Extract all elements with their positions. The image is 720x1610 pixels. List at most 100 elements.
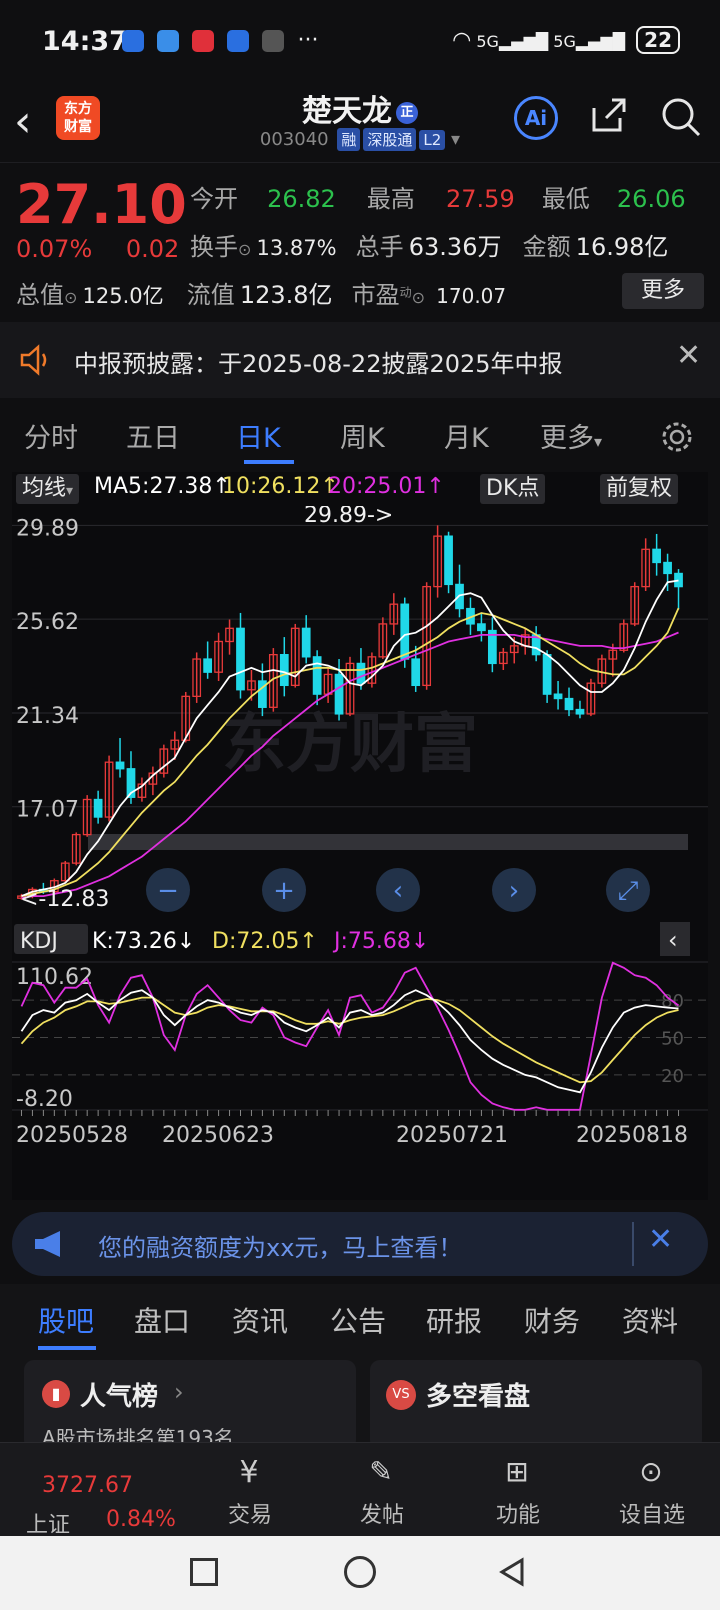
- ma5-label: MA5:27.38↑: [94, 474, 231, 499]
- kdj-d-line: [20, 996, 679, 1084]
- tab-five-day[interactable]: 五日: [126, 416, 180, 455]
- candle-body: [115, 761, 125, 770]
- battery-level: 22: [636, 26, 680, 54]
- chart-period-tabs: 分时 五日 日K 周K 月K 更多▾: [0, 400, 720, 470]
- tab-daily-k[interactable]: 日K: [236, 416, 281, 455]
- stock-name: 楚天龙: [302, 94, 392, 129]
- ma10-label: 10:26.12↑: [222, 474, 339, 499]
- zoom-out-icon-glyph: −: [157, 876, 179, 906]
- tab-more-label: 更多: [540, 423, 594, 454]
- dropdown-icon: ▾: [66, 483, 74, 499]
- pe-label: 市盈: [351, 281, 400, 309]
- tab-weekly-k[interactable]: 周K: [340, 416, 385, 455]
- nav-functions[interactable]: 功能: [478, 1497, 558, 1529]
- grid-function-icon[interactable]: ⊞: [496, 1455, 538, 1491]
- ma-selector-label: 均线: [22, 476, 67, 501]
- index-name[interactable]: 上证: [26, 1507, 70, 1539]
- close-icon[interactable]: ✕: [648, 1222, 673, 1257]
- x-tick-label: 20250623: [162, 1123, 274, 1148]
- status-time: 14:37: [42, 26, 128, 57]
- index-change[interactable]: 0.84%: [106, 1507, 176, 1532]
- vs-icon: VS: [386, 1380, 416, 1410]
- tab-intraday[interactable]: 分时: [24, 416, 78, 455]
- signal-5g: 5G: [476, 32, 499, 51]
- zoom-in-icon-glyph: +: [273, 876, 295, 906]
- scroll-right-icon-glyph: ›: [509, 876, 519, 906]
- share-icon[interactable]: [590, 96, 628, 134]
- kdj-selector-label: KDJ: [20, 929, 58, 954]
- bottom-nav: 3727.67 上证 0.84% ¥ 交易 ✎ 发帖 ⊞ 功能 ⊙ 设自选: [0, 1442, 720, 1539]
- tab-news[interactable]: 资讯: [232, 1300, 288, 1340]
- tab-more[interactable]: 更多▾: [540, 416, 602, 455]
- notification-icon: [192, 29, 215, 52]
- low-marker: <-12.83: [20, 887, 109, 912]
- adjust-selector[interactable]: 前复权: [600, 474, 679, 504]
- settings-gear-icon[interactable]: [660, 420, 694, 454]
- notification-icon: [262, 29, 285, 52]
- popularity-card[interactable]: ▮ 人气榜 › A股市场排名第193名: [24, 1360, 356, 1450]
- info-icon[interactable]: ⊙: [64, 288, 77, 307]
- tab-guba[interactable]: 股吧: [38, 1300, 94, 1340]
- nav-add-watchlist[interactable]: 设自选: [612, 1497, 692, 1529]
- float-cap-value: 123.8亿: [239, 281, 333, 309]
- watermark: 东方财富: [222, 708, 478, 782]
- x-tick-label: 20250721: [396, 1123, 508, 1148]
- system-nav-bar: [0, 1536, 720, 1610]
- scroll-left-icon-glyph: ‹: [393, 876, 403, 906]
- edit-post-icon[interactable]: ✎: [360, 1455, 402, 1491]
- quote-row-3: 总值⊙ 125.0亿 流值 123.8亿 市盈动⊙ 170.07: [16, 275, 506, 310]
- tab-research[interactable]: 研报: [426, 1300, 482, 1340]
- trade-yen-icon[interactable]: ¥: [228, 1455, 270, 1491]
- search-icon[interactable]: [660, 96, 702, 138]
- promo-banner[interactable]: 您的融资额度为xx元，马上查看！ ✕: [12, 1212, 708, 1276]
- tab-orderbook[interactable]: 盘口: [134, 1300, 190, 1340]
- kdj-y-tick-label: -8.20: [16, 1087, 73, 1112]
- ma-selector[interactable]: 均线▾: [16, 474, 80, 504]
- feature-cards: ▮ 人气榜 › A股市场排名第193名 VS 多空看盘: [0, 1354, 720, 1450]
- back-nav-icon[interactable]: [496, 1556, 528, 1588]
- dk-point-toggle[interactable]: DK点: [480, 474, 546, 504]
- y-tick-label: 21.34: [16, 704, 79, 729]
- low-label: 最低: [541, 185, 590, 213]
- y-tick-label: 25.62: [16, 610, 79, 635]
- tab-financials[interactable]: 财务: [524, 1300, 580, 1340]
- notification-icon: [157, 29, 180, 52]
- more-circle-icon[interactable]: ⊙: [630, 1455, 672, 1491]
- info-icon[interactable]: ⊙: [238, 240, 251, 259]
- divider: [632, 1222, 634, 1266]
- speaker-icon: [20, 344, 47, 376]
- notification-icon: [122, 29, 144, 52]
- recent-apps-icon[interactable]: [190, 1558, 218, 1586]
- candle-body: [301, 627, 311, 658]
- close-icon[interactable]: ✕: [676, 338, 701, 373]
- ai-button[interactable]: Ai: [514, 96, 558, 140]
- kdj-d-label: D:72.05↑: [212, 929, 318, 954]
- index-value[interactable]: 3727.67: [42, 1473, 133, 1498]
- nav-trade[interactable]: 交易: [210, 1497, 290, 1529]
- more-button[interactable]: 更多: [622, 273, 704, 309]
- dk-point-label: DK点: [486, 476, 540, 501]
- candle-body: [477, 623, 486, 632]
- chart-bars-icon: ▮: [42, 1380, 70, 1408]
- tab-profile[interactable]: 资料: [622, 1300, 678, 1340]
- tab-announcements[interactable]: 公告: [330, 1300, 386, 1340]
- home-icon[interactable]: [344, 1556, 376, 1588]
- high-marker: 29.89->: [304, 506, 393, 528]
- kline-chart-panel: 均线▾ MA5:27.38↑ 10:26.12↑ 20:25.01↑ DK点 前…: [12, 472, 708, 1200]
- promo-text: 您的融资额度为xx元，马上查看！: [98, 1234, 463, 1262]
- notification-icon: [227, 29, 250, 52]
- wifi-icon: ◠: [452, 28, 472, 53]
- dropdown-icon: ▾: [594, 432, 603, 451]
- notice-bar[interactable]: 中报预披露：于2025-08-22披露2025年中报 ✕: [0, 322, 720, 398]
- info-icon[interactable]: ⊙: [412, 288, 425, 307]
- turnover-label: 换手: [190, 233, 238, 261]
- candle-body: [575, 708, 585, 715]
- quote-row-2: 换手⊙ 13.87% 总手 63.36万 金额 16.98亿: [190, 227, 668, 262]
- longshort-card[interactable]: VS 多空看盘: [370, 1360, 702, 1450]
- kline-chart[interactable]: 东方财富 29.89 25.62 21.34 17.07 29.89-> <-12.83 − +…: [12, 506, 708, 1200]
- tab-monthly-k[interactable]: 月K: [444, 416, 489, 455]
- market-cap-label: 总值: [16, 281, 64, 309]
- nav-post[interactable]: 发帖: [342, 1497, 422, 1529]
- popularity-title: 人气榜: [80, 1382, 159, 1412]
- y-tick-label: 29.89: [16, 516, 79, 541]
